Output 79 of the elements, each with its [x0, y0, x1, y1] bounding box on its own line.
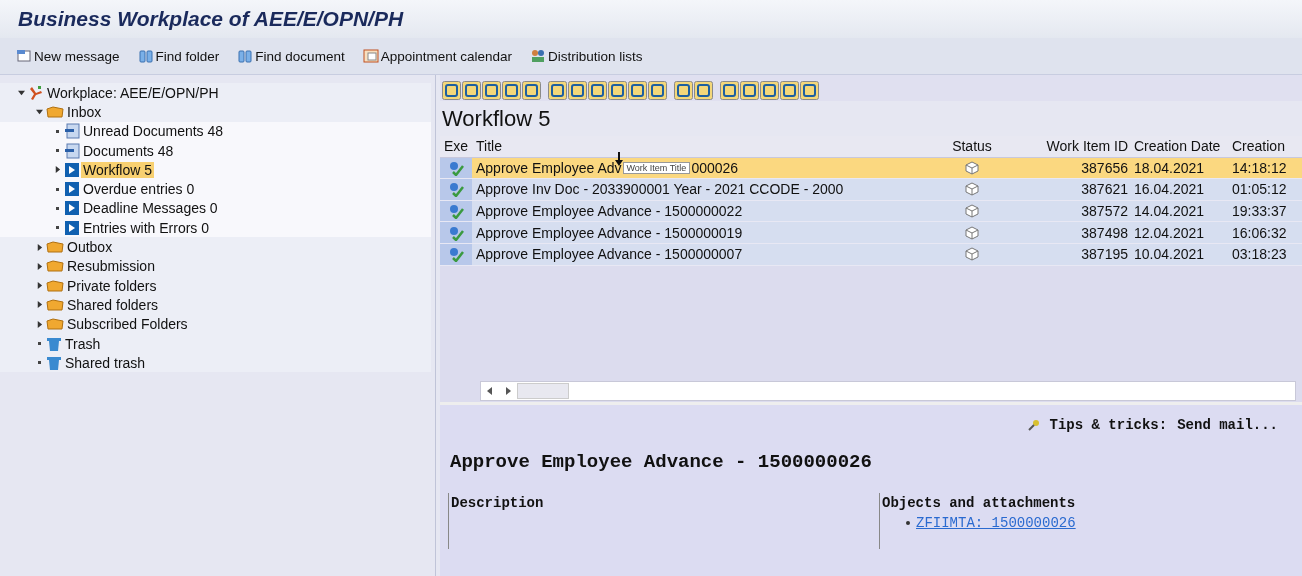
window-title: Business Workplace of AEE/E/OPN/PH — [18, 7, 404, 31]
table-cell: Approve Employee Advance - 1500000007 — [476, 246, 743, 263]
horizontal-scrollbar[interactable] — [480, 381, 1296, 401]
trash-icon — [46, 354, 62, 371]
table-cell: 387195 — [1081, 246, 1128, 263]
column-header[interactable]: Title — [472, 138, 932, 155]
column-header[interactable]: Work Item ID — [1012, 138, 1130, 155]
gear-check-icon[interactable] — [447, 203, 465, 220]
bullet-icon — [55, 149, 59, 153]
section-label: Description — [451, 495, 545, 511]
tree-item[interactable]: Outbox — [65, 239, 115, 255]
tips-label: Tips & tricks: — [1049, 417, 1168, 433]
table-cell: 387498 — [1081, 224, 1128, 241]
table-cell: 19:33:37 — [1232, 203, 1287, 220]
section-label: Objects and attachments — [882, 495, 1077, 511]
bullet-icon — [37, 361, 41, 365]
key-icon — [1027, 419, 1040, 431]
attachment-link[interactable]: ZFIIMTA: 1500000026 — [916, 515, 1076, 531]
table-cell: 387572 — [1081, 203, 1128, 220]
collapse-icon[interactable] — [34, 108, 44, 116]
scroll-right-icon[interactable] — [504, 387, 512, 395]
table-row[interactable]: Approve Employee Advance - 1500000019 387498 12.04.2021 16:06:32 — [440, 222, 1302, 244]
people-icon — [530, 48, 546, 64]
table-cell: Approve Employee Advance - 1500000022 — [476, 203, 743, 220]
toolbar-button[interactable]: Find document — [235, 46, 347, 66]
table-cell: 14:18:12 — [1232, 159, 1287, 176]
table-cell: 18.04.2021 — [1134, 159, 1205, 176]
table-cell: 01:05:12 — [1232, 181, 1287, 198]
table-cell: 03:18:23 — [1232, 246, 1287, 263]
gear-check-icon[interactable] — [447, 159, 465, 176]
table-row[interactable]: Approve Inv Doc - 2033900001 Year - 2021 CCODE - 2000 387621 16.04.2021 01:05:12 — [440, 179, 1302, 201]
tree-item[interactable]: Shared folders — [65, 296, 161, 313]
tree-item[interactable]: Private folders — [65, 277, 159, 294]
tree-item[interactable]: Resubmission — [65, 258, 157, 275]
table-cell: Approve Inv Doc - 2033900001 Year - 2021 CCODE - 2000 — [476, 181, 844, 198]
bullet-icon — [906, 521, 910, 525]
bullet-icon — [37, 342, 41, 345]
table-cell: 14.04.2021 — [1134, 203, 1205, 220]
calendar-icon — [362, 48, 379, 64]
toolbar-button[interactable]: Find folder — [135, 46, 222, 66]
column-header[interactable]: Exe — [440, 138, 472, 155]
table-row[interactable]: Approve Employee Advance - 1500000022 387572 14.04.2021 19:33:37 — [440, 200, 1302, 223]
preview-heading: Approve Employee Advance - 1500000026 — [449, 450, 873, 473]
tree-item[interactable]: Shared trash — [63, 354, 148, 371]
toolbar-button[interactable]: New message — [14, 46, 122, 66]
table-cell: 000026 — [691, 159, 739, 176]
toolbar-button[interactable]: Appointment calendar — [360, 46, 514, 66]
scroll-thumb[interactable] — [517, 383, 569, 399]
send-mail-link[interactable]: Send mail... — [1177, 417, 1278, 433]
table-cell: 12.04.2021 — [1134, 224, 1205, 241]
gear-check-icon[interactable] — [447, 181, 465, 198]
bullet-icon — [55, 206, 59, 210]
tree-item[interactable]: Inbox — [65, 103, 104, 120]
table-cell: 387656 — [1081, 159, 1128, 176]
column-header[interactable]: Creation Date — [1130, 138, 1228, 155]
scroll-left-icon[interactable] — [486, 387, 494, 395]
gear-check-icon[interactable] — [447, 224, 465, 241]
gear-check-icon[interactable] — [447, 246, 465, 263]
table-cell: 16:06:32 — [1232, 224, 1287, 241]
tree-item[interactable]: Documents 48 — [81, 142, 176, 159]
bullet-icon — [55, 187, 59, 191]
table-cell: Approve Employee Advance - 1500000019 — [476, 224, 743, 241]
table-cell: 16.04.2021 — [1134, 181, 1205, 198]
table-row[interactable]: Approve Employee Advance - 1500000007 387195 10.04.2021 03:18:23 — [440, 243, 1302, 266]
column-header[interactable]: Status — [932, 138, 1012, 155]
trash-icon — [46, 335, 62, 352]
envelope-icon — [16, 48, 32, 64]
table-cell: 387621 — [1081, 181, 1128, 198]
collapse-icon[interactable] — [16, 89, 26, 97]
toolbar-button[interactable]: Distribution lists — [528, 46, 645, 66]
table-cell: 10.04.2021 — [1134, 246, 1205, 263]
list-title: Workflow 5 — [441, 105, 552, 133]
tooltip: Work Item Title — [622, 161, 691, 174]
tree-item[interactable]: Trash — [63, 335, 103, 352]
tree-item[interactable]: Workflow 5 — [81, 161, 154, 178]
bullet-icon — [55, 226, 59, 230]
column-header[interactable]: Creation — [1228, 138, 1302, 155]
table-cell: Approve Employee Adv — [476, 159, 622, 176]
bullet-icon — [55, 129, 59, 133]
